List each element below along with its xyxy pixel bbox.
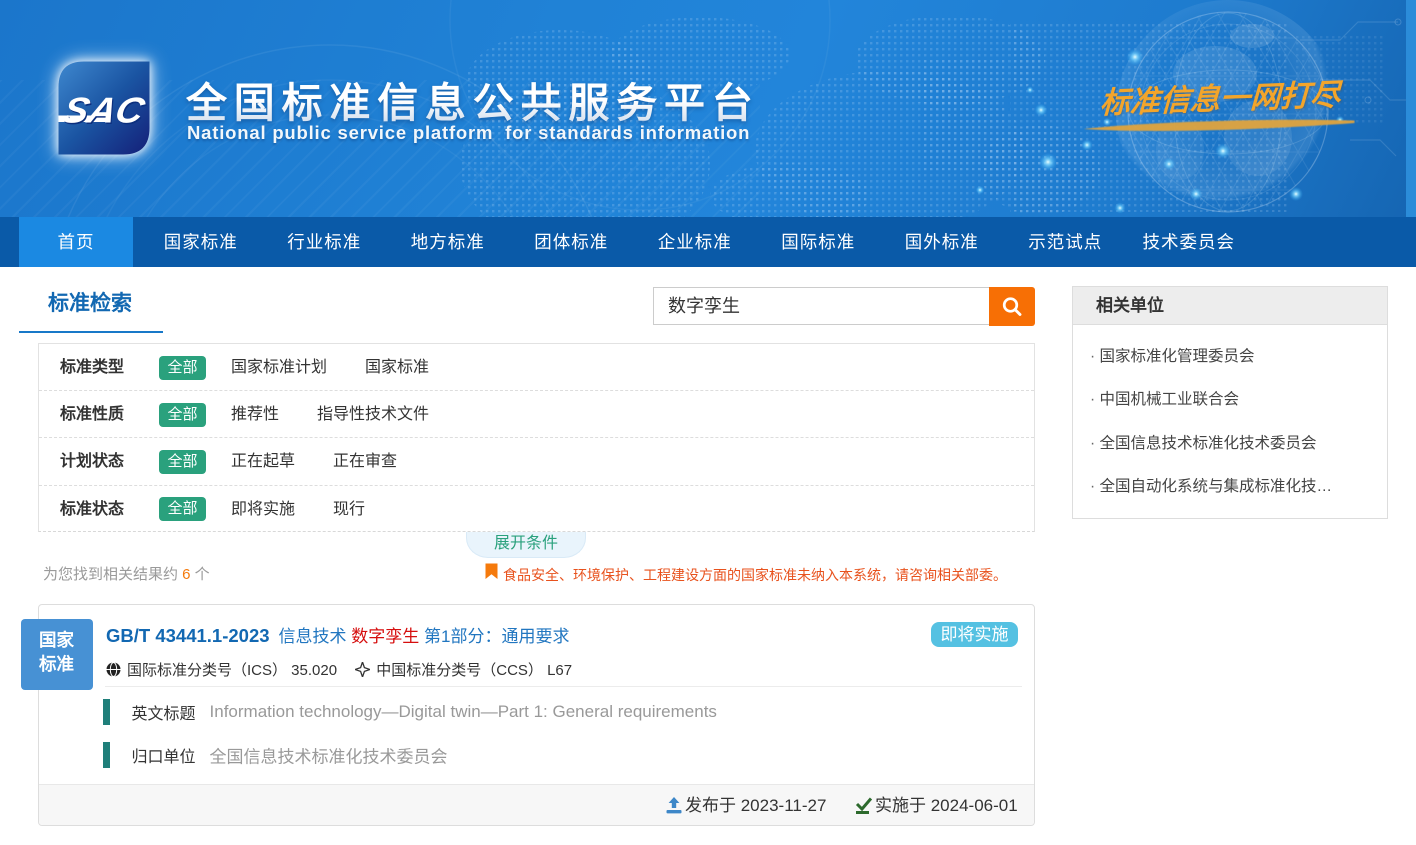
svg-text:SAC: SAC xyxy=(59,90,150,130)
